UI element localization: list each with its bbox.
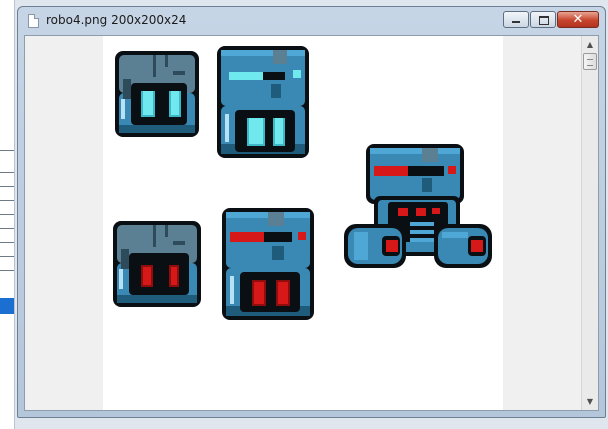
scroll-up-button[interactable]: ▲ [582,36,598,53]
scroll-thumb[interactable] [583,53,597,70]
robot-head-small-cyan [115,51,199,137]
robot-head-tall-red [222,208,314,320]
background-row-divider [0,256,14,257]
document-icon [28,14,39,28]
robot-body-red [344,144,492,268]
background-row-divider [0,200,14,201]
image-viewer-window[interactable]: robo4.png 200x200x24 ✕ ▲ ▼ [17,6,606,418]
background-row-divider [0,186,14,187]
scroll-down-button[interactable]: ▼ [582,393,598,410]
background-row-divider [0,214,14,215]
background-row-divider [0,228,14,229]
image-canvas [103,36,503,410]
vertical-scrollbar[interactable]: ▲ ▼ [581,36,598,410]
minimize-icon [512,21,520,23]
caption-buttons: ✕ [502,11,599,29]
background-application-panel [0,0,15,429]
chevron-up-icon: ▲ [586,40,594,49]
robot-head-tall-cyan [217,46,309,158]
maximize-icon [539,16,549,25]
background-row-divider [0,242,14,243]
robot-head-small-red [113,221,201,307]
close-icon: ✕ [572,12,584,27]
background-selected-row[interactable] [0,298,14,314]
background-row-divider [0,150,14,151]
image-view-area[interactable]: ▲ ▼ [24,35,599,411]
chevron-down-icon: ▼ [586,397,594,406]
close-button[interactable]: ✕ [557,11,599,28]
background-row-divider [0,172,14,173]
title-bar[interactable]: robo4.png 200x200x24 ✕ [18,7,605,35]
maximize-button[interactable] [530,11,556,28]
window-title: robo4.png 200x200x24 [46,13,187,27]
minimize-button[interactable] [503,11,529,28]
background-row-divider [0,270,14,271]
